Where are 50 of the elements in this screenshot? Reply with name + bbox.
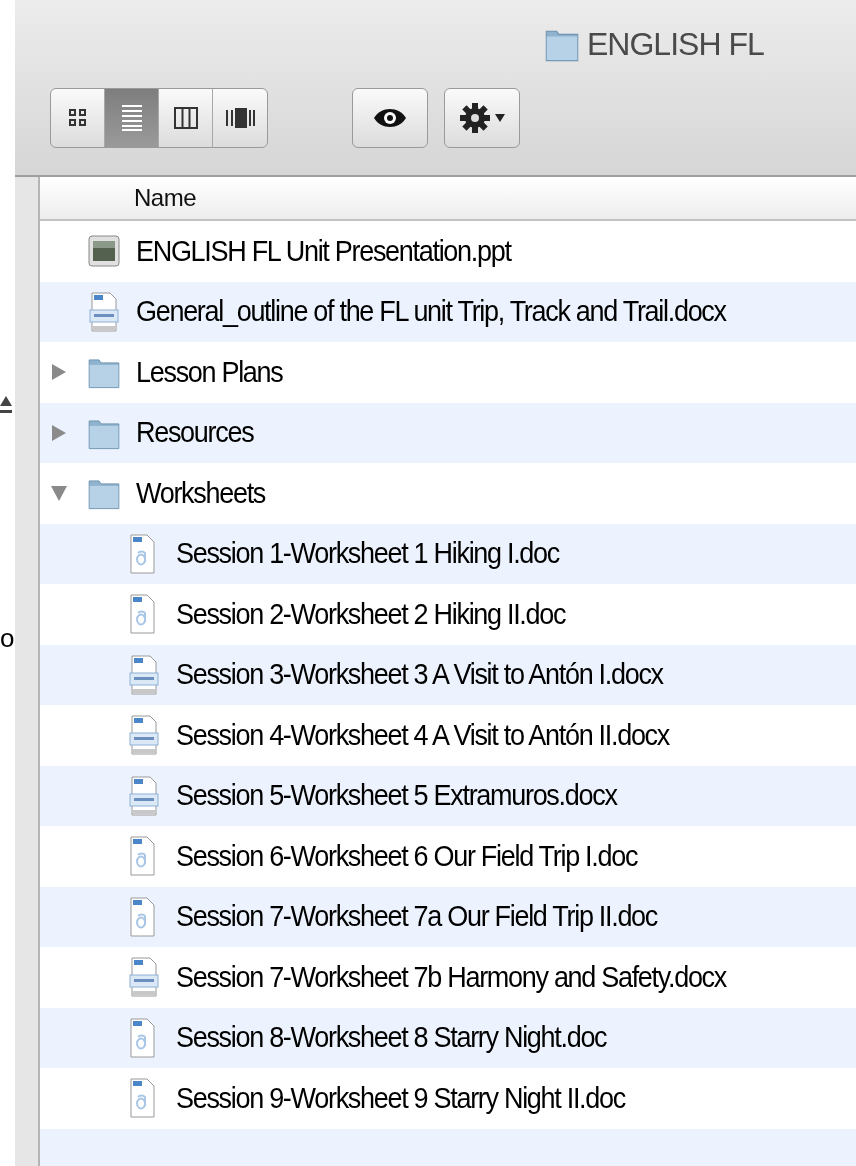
- file-name: Session 1-Worksheet 1 Hiking I.doc: [176, 536, 559, 571]
- file-name: Worksheets: [136, 476, 266, 511]
- file-name: Session 4-Worksheet 4 A Visit to Antón II.docx: [176, 718, 669, 753]
- quick-look-button[interactable]: [352, 88, 428, 148]
- expand-triangle-icon[interactable]: [50, 423, 68, 442]
- expand-triangle-icon[interactable]: [50, 363, 68, 382]
- eye-icon: [373, 106, 407, 130]
- file-name: Session 8-Worksheet 8 Starry Night.doc: [176, 1020, 607, 1055]
- file-name: Session 9-Worksheet 9 Starry Night II.doc: [176, 1081, 625, 1116]
- doc-file-icon: [128, 896, 156, 937]
- file-name: Session 6-Worksheet 6 Our Field Trip I.doc: [176, 839, 638, 874]
- file-name: Session 3-Worksheet 3 A Visit to Antón I.docx: [176, 657, 663, 692]
- file-name: Resources: [136, 415, 254, 450]
- docx-file-icon: [128, 775, 160, 816]
- file-name: General_outline of the FL unit Trip, Track and Trail.docx: [136, 294, 726, 329]
- columns-icon: [173, 107, 198, 129]
- docx-file-icon: [128, 654, 160, 695]
- file-name: Session 5-Worksheet 5 Extramuros.docx: [176, 778, 617, 813]
- gear-icon: [459, 101, 491, 135]
- file-row[interactable]: Resources: [40, 402, 856, 463]
- column-header-label: Name: [134, 184, 197, 212]
- file-name: Session 7-Worksheet 7b Harmony and Safety.docx: [176, 960, 726, 995]
- docx-file-icon: [88, 291, 120, 332]
- file-row[interactable]: Session 7-Worksheet 7a Our Field Trip II.doc: [40, 886, 856, 947]
- file-row[interactable]: Session 3-Worksheet 3 A Visit to Antón I.docx: [40, 644, 856, 705]
- doc-file-icon: [128, 533, 156, 574]
- eject-icon: [0, 395, 12, 415]
- grid-icon: [67, 108, 88, 128]
- file-name: Lesson Plans: [136, 355, 283, 390]
- doc-file-icon: [128, 594, 156, 635]
- file-name: Session 2-Worksheet 2 Hiking II.doc: [176, 597, 566, 632]
- doc-file-icon: [128, 836, 156, 877]
- sidebar-text: o: [0, 625, 15, 651]
- action-menu-button[interactable]: [444, 88, 520, 148]
- file-row[interactable]: Session 1-Worksheet 1 Hiking I.doc: [40, 523, 856, 584]
- caret-icon: [495, 114, 505, 122]
- presentation-file-icon: [88, 235, 120, 268]
- file-name: ENGLISH FL Unit Presentation.ppt: [136, 234, 511, 269]
- docx-file-icon: [128, 715, 160, 756]
- file-row[interactable]: Session 8-Worksheet 8 Starry Night.doc: [40, 1007, 856, 1068]
- file-row[interactable]: General_outline of the FL unit Trip, Track and Trail.docx: [40, 281, 856, 342]
- cover-flow-icon: [225, 107, 255, 129]
- file-row[interactable]: Session 5-Worksheet 5 Extramuros.docx: [40, 765, 856, 826]
- doc-file-icon: [128, 1017, 156, 1058]
- file-name: Session 7-Worksheet 7a Our Field Trip II.doc: [176, 899, 658, 934]
- docx-file-icon: [128, 957, 160, 998]
- doc-file-icon: [128, 1078, 156, 1119]
- list-icon: [119, 104, 144, 132]
- window-title: ENGLISH FL: [587, 25, 764, 63]
- collapse-triangle-icon[interactable]: [50, 484, 68, 503]
